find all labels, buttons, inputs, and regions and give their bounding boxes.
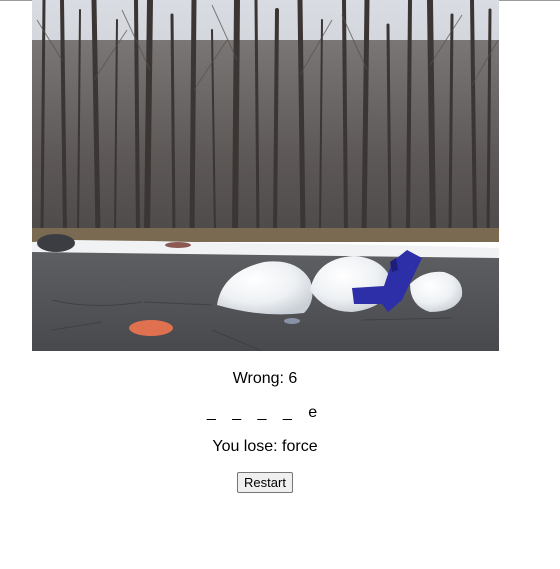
- wrong-count: Wrong: 6: [232, 370, 298, 387]
- restart-button[interactable]: Restart: [237, 472, 293, 493]
- hangman-scene-image: [32, 0, 499, 351]
- restart-container: Restart: [0, 472, 530, 493]
- word-display: _ _ _ _ e: [206, 404, 324, 421]
- status-message: You lose: force: [212, 438, 318, 455]
